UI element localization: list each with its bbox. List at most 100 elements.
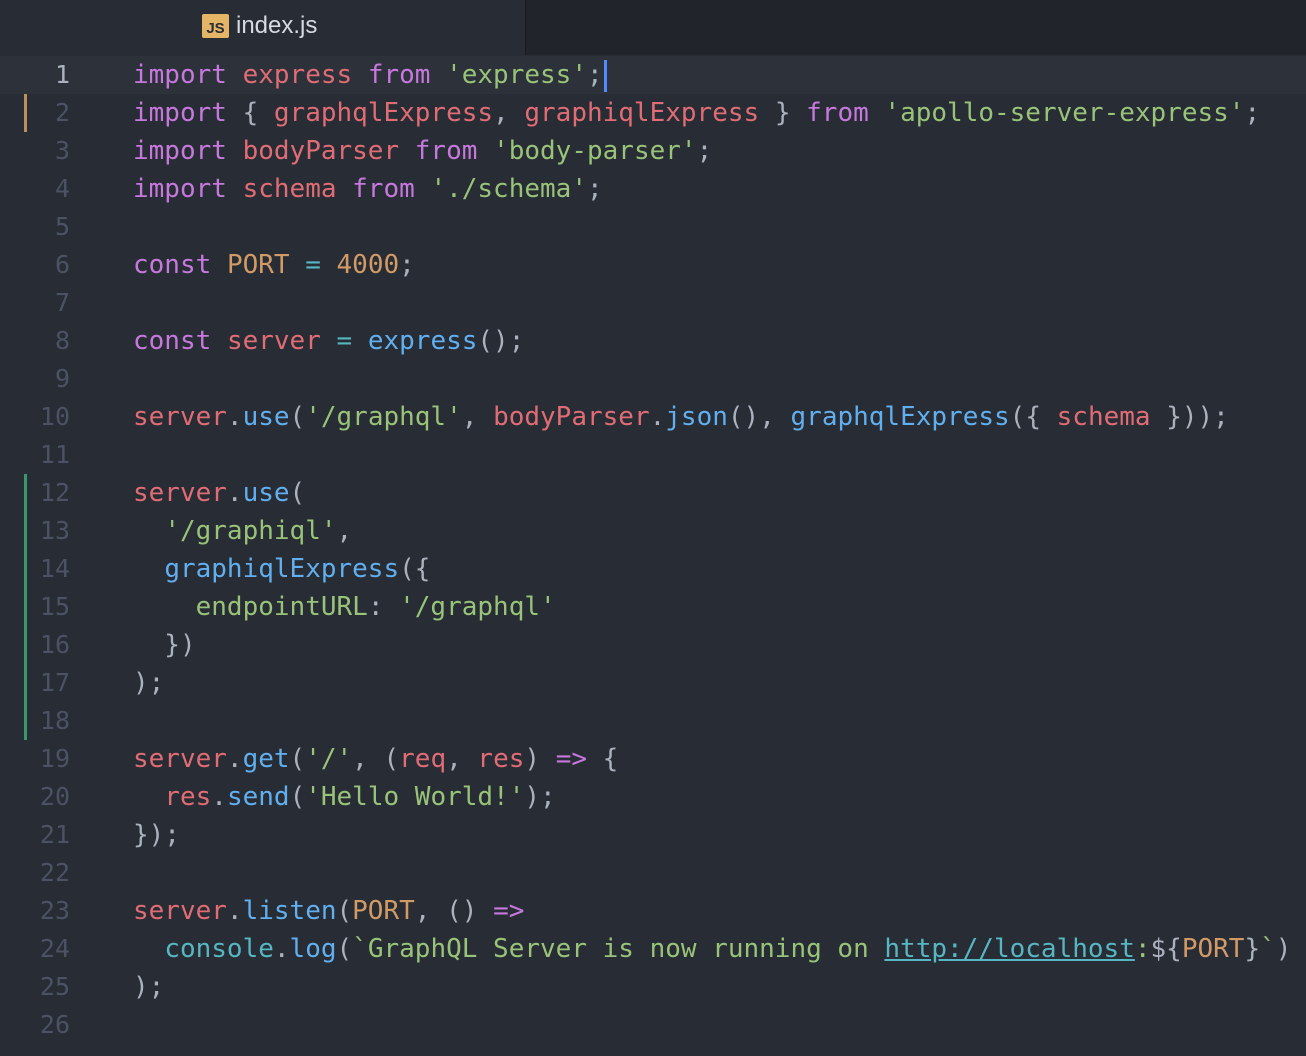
code-line[interactable]: 7	[0, 284, 1306, 322]
line-number: 10	[39, 402, 70, 431]
code-text[interactable]: });	[133, 816, 180, 854]
code-line[interactable]: 1 import express from 'express';	[0, 56, 1306, 94]
code-text[interactable]: '/graphiql',	[133, 512, 352, 550]
code-text[interactable]: })	[133, 626, 195, 664]
code-line[interactable]: 23 server.listen(PORT, () =>	[0, 892, 1306, 930]
tab-index-js[interactable]: JS index.js	[0, 0, 526, 55]
code-token: graphqlExpress	[790, 402, 1010, 432]
code-token: PORT	[1181, 934, 1245, 964]
code-line[interactable]: 24 console.log(`GraphQL Server is now ru…	[0, 930, 1306, 968]
code-token: `	[1260, 934, 1276, 964]
code-line[interactable]: 17);	[0, 664, 1306, 702]
line-number: 18	[39, 706, 70, 735]
tab-bar: JS index.js	[0, 0, 1306, 55]
code-line[interactable]: 25);	[0, 968, 1306, 1006]
code-text[interactable]: import schema from './schema';	[133, 170, 603, 208]
code-line[interactable]: 21});	[0, 816, 1306, 854]
code-text[interactable]: import bodyParser from 'body-parser';	[133, 132, 712, 170]
code-line[interactable]: 12 server.use(	[0, 474, 1306, 512]
code-line[interactable]: 3 import bodyParser from 'body-parser';	[0, 132, 1306, 170]
code-text[interactable]: const server = express();	[133, 322, 524, 360]
code-line[interactable]: 8 const server = express();	[0, 322, 1306, 360]
code-token: 'apollo-server-express'	[884, 98, 1245, 128]
code-token: json	[665, 402, 728, 432]
code-line[interactable]: 26	[0, 1006, 1306, 1044]
code-text[interactable]: import express from 'express';	[133, 56, 607, 94]
code-line[interactable]: 5	[0, 208, 1306, 246]
line-number: 16	[39, 630, 70, 659]
code-line[interactable]: 10 server.use('/graphql', bodyParser.json…	[0, 398, 1306, 436]
code-line[interactable]: 18	[0, 702, 1306, 740]
code-token: 4000	[336, 250, 400, 280]
code-token: }	[759, 98, 807, 128]
code-token: ;	[696, 136, 713, 166]
code-line[interactable]: 22	[0, 854, 1306, 892]
line-number: 8	[54, 326, 70, 355]
code-line[interactable]: 16 })	[0, 626, 1306, 664]
code-token: ;	[399, 250, 415, 280]
code-token: `GraphQL Server is now running on	[352, 934, 885, 964]
code-text[interactable]: graphiqlExpress({	[133, 550, 430, 588]
line-number: 20	[39, 782, 70, 811]
code-token: .	[273, 934, 290, 964]
code-token: server	[133, 478, 227, 508]
code-text[interactable]: endpointURL: '/graphql'	[133, 588, 556, 626]
code-token: :	[367, 592, 400, 622]
code-line[interactable]: 6 const PORT = 4000;	[0, 246, 1306, 284]
code-token: import	[133, 136, 227, 166]
line-number: 6	[54, 250, 70, 279]
code-text[interactable]: res.send('Hello World!');	[133, 778, 555, 816]
line-number: 13	[39, 516, 70, 545]
code-text[interactable]: );	[133, 664, 164, 702]
code-text[interactable]: server.get('/', (req, res) => {	[133, 740, 618, 778]
code-line[interactable]: 14 graphiqlExpress({	[0, 550, 1306, 588]
code-line[interactable]: 13 '/graphiql',	[0, 512, 1306, 550]
tab-title[interactable]: index.js	[236, 10, 317, 42]
code-token: (	[336, 934, 353, 964]
code-text[interactable]: const PORT = 4000;	[133, 246, 415, 284]
code-line[interactable]: 19 server.get('/', (req, res) => {	[0, 740, 1306, 778]
code-token: =	[305, 250, 321, 280]
code-token: server	[133, 744, 227, 774]
code-text[interactable]: );	[133, 968, 164, 1006]
code-token: .	[211, 782, 227, 812]
code-line[interactable]: 4 import schema from './schema';	[0, 170, 1306, 208]
code-text[interactable]: server.use('/graphql', bodyParser.json()…	[133, 398, 1229, 436]
code-text[interactable]: import { graphqlExpress, graphiqlExpress…	[133, 94, 1260, 132]
line-number: 14	[39, 554, 70, 583]
code-token: (	[289, 744, 306, 774]
code-token: server	[133, 402, 227, 432]
code-token: ,	[446, 744, 478, 774]
code-token: res	[164, 782, 212, 812]
code-line[interactable]: 20 res.send('Hello World!');	[0, 778, 1306, 816]
code-editor[interactable]: 1 import express from 'express'; 2 import {…	[0, 56, 1306, 1056]
code-token: (	[336, 896, 353, 926]
code-token: {	[226, 98, 274, 128]
code-text[interactable]: server.listen(PORT, () =>	[133, 892, 524, 930]
code-token: (	[289, 782, 306, 812]
line-number: 1	[54, 60, 70, 89]
code-line[interactable]: 15 endpointURL: '/graphql'	[0, 588, 1306, 626]
line-number: 26	[39, 1010, 70, 1039]
code-token: bodyParser	[493, 402, 650, 432]
code-text[interactable]: console.log(`GraphQL Server is now runni…	[133, 930, 1291, 968]
code-token: 'express'	[446, 60, 587, 90]
code-token: endpointURL	[195, 592, 368, 622]
code-token: ;	[586, 174, 603, 204]
code-line[interactable]: 11	[0, 436, 1306, 474]
code-token: import	[133, 98, 227, 128]
code-line[interactable]: 9	[0, 360, 1306, 398]
code-line[interactable]: 2 import { graphqlExpress, graphiqlExpres…	[0, 94, 1306, 132]
code-token: (),	[727, 402, 791, 432]
line-number: 9	[54, 364, 70, 393]
code-token: .	[649, 402, 666, 432]
code-token: {	[587, 744, 619, 774]
code-text[interactable]: server.use(	[133, 474, 305, 512]
code-token: :	[1134, 934, 1151, 964]
code-token: from	[806, 98, 869, 128]
